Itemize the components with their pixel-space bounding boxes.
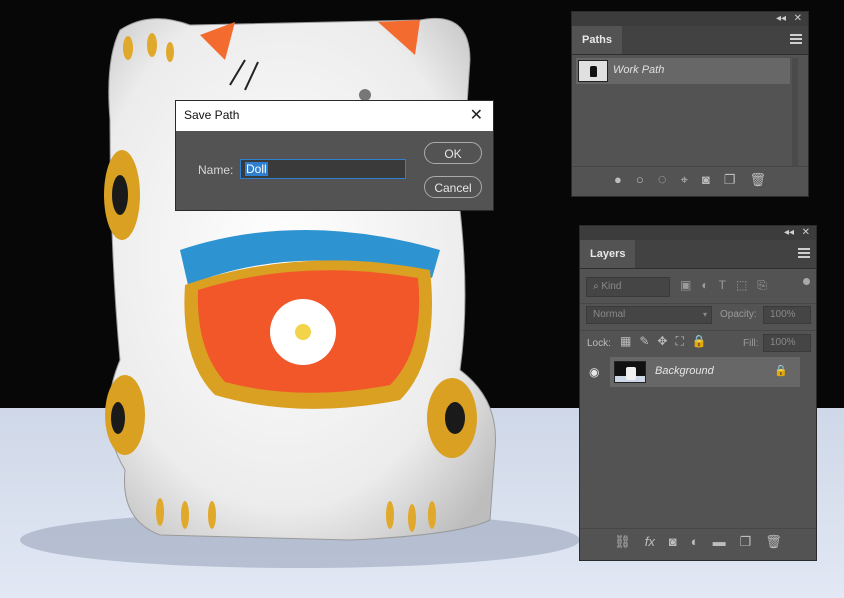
close-icon[interactable]: ✕ bbox=[794, 12, 802, 26]
layers-tabbar: Layers bbox=[580, 240, 816, 269]
new-path-icon[interactable]: ❐ bbox=[724, 173, 736, 187]
lock-position-icon[interactable]: ✥ bbox=[657, 334, 667, 349]
chevron-down-icon: ▾ bbox=[702, 310, 707, 319]
paths-scrollbar[interactable] bbox=[792, 58, 798, 166]
layers-bottom-bar: ⛓ fx ◙ ◐ ▬ ❐ 🗑 bbox=[580, 528, 816, 555]
shape-filter-icon[interactable]: ⬚ bbox=[736, 278, 747, 293]
fill-label: Fill: bbox=[743, 338, 759, 349]
opacity-label: Opacity: bbox=[720, 309, 757, 320]
paths-panel-header: ◂◂ ✕ bbox=[572, 12, 808, 26]
paths-tabbar: Paths bbox=[572, 26, 808, 55]
type-filter-icon[interactable]: T bbox=[719, 278, 726, 293]
tab-layers[interactable]: Layers bbox=[580, 240, 636, 268]
filter-toggle-icon[interactable] bbox=[803, 278, 810, 285]
layer-row-background[interactable]: Background 🔒 bbox=[610, 357, 800, 387]
delete-path-icon[interactable]: 🗑 bbox=[749, 173, 766, 187]
path-thumbnail-shape-icon bbox=[590, 66, 597, 77]
cancel-button[interactable]: Cancel bbox=[424, 176, 482, 198]
panel-menu-icon[interactable] bbox=[790, 34, 802, 46]
path-item-label: Work Path bbox=[613, 64, 665, 76]
group-icon[interactable]: ▬ bbox=[713, 535, 726, 549]
thumbnail-figure bbox=[626, 367, 636, 380]
path-thumbnail bbox=[578, 60, 608, 82]
blend-mode-value: Normal bbox=[593, 309, 626, 320]
tab-paths[interactable]: Paths bbox=[572, 26, 622, 54]
name-input[interactable]: Doll bbox=[240, 159, 406, 179]
path-item-work-path[interactable]: Work Path bbox=[576, 58, 790, 84]
new-layer-icon[interactable]: ❐ bbox=[740, 535, 752, 549]
name-label: Name: bbox=[198, 163, 234, 177]
divider bbox=[580, 330, 816, 331]
close-icon[interactable]: ✕ bbox=[470, 105, 483, 125]
make-work-path-icon[interactable]: ⌖ bbox=[681, 173, 688, 187]
mask-icon[interactable]: ◙ bbox=[669, 535, 677, 549]
lock-transparent-icon[interactable]: ▦ bbox=[620, 334, 631, 349]
delete-icon[interactable]: 🗑 bbox=[765, 535, 782, 549]
lock-icon: 🔒 bbox=[774, 365, 788, 377]
ok-button[interactable]: OK bbox=[424, 142, 482, 164]
paths-bottom-bar: ● ○ ◌ ⌖ ◙ ❐ 🗑 bbox=[572, 166, 808, 193]
close-icon[interactable]: ✕ bbox=[802, 226, 810, 240]
fill-path-icon[interactable]: ● bbox=[614, 173, 622, 187]
divider bbox=[580, 303, 816, 304]
lock-icons: ▦ ✎ ✥ ⛶ 🔒 bbox=[620, 334, 707, 349]
panel-menu-icon[interactable] bbox=[798, 248, 810, 260]
lock-artboard-icon[interactable]: ⛶ bbox=[675, 334, 683, 349]
lock-all-icon[interactable]: 🔒 bbox=[692, 334, 707, 349]
adjustment-icon[interactable]: ◐ bbox=[691, 535, 699, 549]
layers-panel-header: ◂◂ ✕ bbox=[580, 226, 816, 240]
stroke-path-icon[interactable]: ○ bbox=[636, 173, 644, 187]
fx-icon[interactable]: fx bbox=[645, 535, 655, 549]
visibility-eye-icon[interactable]: ◉ bbox=[589, 365, 599, 379]
collapse-icon[interactable]: ◂◂ bbox=[776, 12, 786, 26]
link-icon[interactable]: ⛓ bbox=[614, 535, 631, 549]
lock-label: Lock: bbox=[587, 338, 611, 349]
search-icon: ⌕ bbox=[593, 281, 599, 292]
layers-panel: ◂◂ ✕ Layers ⌕ Kind ▣ ◐ T ⬚ ⎘ Normal ▾ Op… bbox=[579, 225, 817, 561]
layer-filter-select[interactable]: ⌕ Kind bbox=[586, 277, 670, 297]
dialog-titlebar: Save Path ✕ bbox=[176, 101, 493, 131]
dialog-title: Save Path bbox=[184, 108, 240, 122]
opacity-value: 100% bbox=[770, 309, 796, 320]
save-path-dialog: Save Path ✕ Name: Doll OK Cancel bbox=[175, 100, 494, 211]
layer-name: Background bbox=[655, 365, 714, 377]
fill-value: 100% bbox=[770, 337, 796, 348]
add-mask-icon[interactable]: ◙ bbox=[702, 173, 710, 187]
opacity-field[interactable]: 100% bbox=[763, 306, 811, 324]
blend-mode-select[interactable]: Normal ▾ bbox=[586, 306, 712, 324]
layer-filter-icons: ▣ ◐ T ⬚ ⎘ bbox=[680, 278, 767, 293]
fill-field[interactable]: 100% bbox=[763, 334, 811, 352]
paths-panel: ◂◂ ✕ Paths Work Path ● ○ ◌ ⌖ ◙ ❐ 🗑 bbox=[571, 11, 809, 197]
filter-kind-value: Kind bbox=[601, 281, 622, 292]
load-selection-icon[interactable]: ◌ bbox=[658, 172, 667, 187]
pixel-filter-icon[interactable]: ▣ bbox=[680, 278, 691, 293]
adjustment-filter-icon[interactable]: ◐ bbox=[701, 278, 708, 293]
layer-thumbnail bbox=[614, 361, 646, 383]
lock-image-icon[interactable]: ✎ bbox=[639, 334, 649, 349]
name-input-value: Doll bbox=[245, 162, 268, 176]
smart-object-filter-icon[interactable]: ⎘ bbox=[757, 278, 767, 293]
collapse-icon[interactable]: ◂◂ bbox=[784, 226, 794, 240]
